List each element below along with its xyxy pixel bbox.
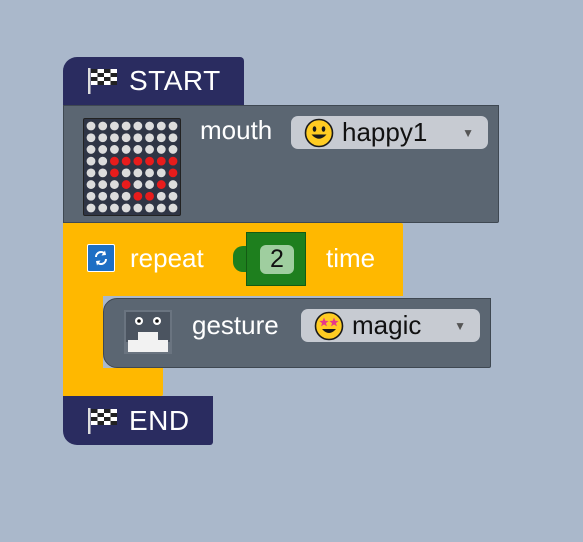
mouth-dropdown[interactable]: happy1 ▼	[291, 116, 488, 149]
led-dot	[86, 191, 96, 201]
led-dot	[168, 133, 178, 143]
led-dot	[86, 133, 96, 143]
led-dot	[156, 203, 166, 213]
led-dot	[133, 180, 143, 189]
led-dot	[168, 121, 178, 131]
led-dot	[145, 191, 154, 201]
smiley-face-icon	[304, 118, 334, 147]
led-dot	[98, 133, 108, 143]
led-dot	[145, 145, 154, 154]
led-dot	[168, 203, 178, 213]
end-label: END	[129, 404, 190, 436]
led-dot	[156, 180, 166, 189]
led-matrix-icon	[83, 118, 181, 216]
mouth-dropdown-value: happy1	[342, 117, 428, 147]
led-dot	[121, 145, 131, 154]
led-dot	[86, 156, 96, 166]
repeat-block[interactable]: repeat 2 time	[63, 223, 403, 296]
led-dot	[168, 168, 178, 178]
led-dot	[156, 156, 166, 166]
led-dot	[133, 168, 143, 178]
led-dot	[121, 191, 131, 201]
led-dot	[156, 191, 166, 201]
led-dot	[156, 133, 166, 143]
led-dot	[121, 133, 131, 143]
led-dot	[86, 145, 96, 154]
led-dot	[168, 156, 178, 166]
led-dot	[145, 168, 154, 178]
led-dot	[98, 168, 108, 178]
led-dot	[110, 168, 119, 178]
led-dot	[86, 168, 96, 178]
led-dot	[133, 191, 143, 201]
led-dot	[98, 121, 108, 131]
led-dot	[110, 203, 119, 213]
led-dot	[121, 121, 131, 131]
led-dot	[145, 121, 154, 131]
mouth-label: mouth	[200, 115, 273, 145]
led-dot	[110, 180, 119, 189]
led-dot	[86, 121, 96, 131]
led-dot	[145, 180, 154, 189]
repeat-count-field[interactable]: 2	[260, 245, 294, 274]
led-dot	[133, 145, 143, 154]
block-workspace[interactable]: START mouth happy1 ▼ repeat 2 time gestu…	[0, 0, 583, 542]
checkered-flag-icon	[88, 68, 117, 94]
repeat-label: repeat	[130, 243, 204, 273]
mouth-block[interactable]: mouth happy1 ▼	[63, 105, 499, 223]
led-dot	[121, 168, 131, 178]
led-dot	[145, 133, 154, 143]
gesture-dropdown[interactable]: magic ▼	[301, 309, 480, 342]
led-dot	[133, 203, 143, 213]
dropdown-arrow-icon: ▼	[462, 125, 474, 140]
led-dot	[98, 180, 108, 189]
dropdown-arrow-icon: ▼	[454, 318, 466, 333]
robot-face-icon	[124, 310, 172, 354]
led-dot	[110, 145, 119, 154]
start-block[interactable]: START	[63, 57, 244, 105]
led-dot	[168, 191, 178, 201]
led-dot	[98, 156, 108, 166]
repeat-suffix-label: time	[326, 243, 376, 273]
led-dot	[110, 121, 119, 131]
led-dot	[133, 133, 143, 143]
led-dot	[156, 145, 166, 154]
led-dot	[121, 180, 131, 189]
led-dot	[133, 156, 143, 166]
led-dot	[168, 145, 178, 154]
gesture-label: gesture	[192, 310, 279, 340]
end-block[interactable]: END	[63, 396, 213, 445]
led-dot	[98, 191, 108, 201]
led-dot	[110, 133, 119, 143]
repeat-count-block[interactable]: 2	[233, 232, 307, 286]
led-dot	[86, 203, 96, 213]
led-dot	[110, 156, 119, 166]
gesture-dropdown-value: magic	[352, 310, 422, 340]
led-dot	[98, 145, 108, 154]
gesture-block[interactable]: gesture magic ▼	[103, 298, 491, 368]
number-block[interactable]: 2	[246, 232, 306, 286]
led-dot	[133, 121, 143, 131]
repeat-block-bottom[interactable]	[63, 368, 163, 396]
led-dot	[145, 156, 154, 166]
led-dot	[156, 121, 166, 131]
loop-icon	[87, 244, 115, 272]
led-dot	[121, 156, 131, 166]
start-label: START	[129, 65, 221, 96]
led-dot	[86, 180, 96, 189]
led-dot	[121, 203, 131, 213]
led-dot	[98, 203, 108, 213]
led-dot	[168, 180, 178, 189]
star-struck-face-icon	[314, 311, 344, 340]
checkered-flag-icon	[88, 407, 117, 434]
led-dot	[110, 191, 119, 201]
led-dot	[156, 168, 166, 178]
led-dot	[145, 203, 154, 213]
